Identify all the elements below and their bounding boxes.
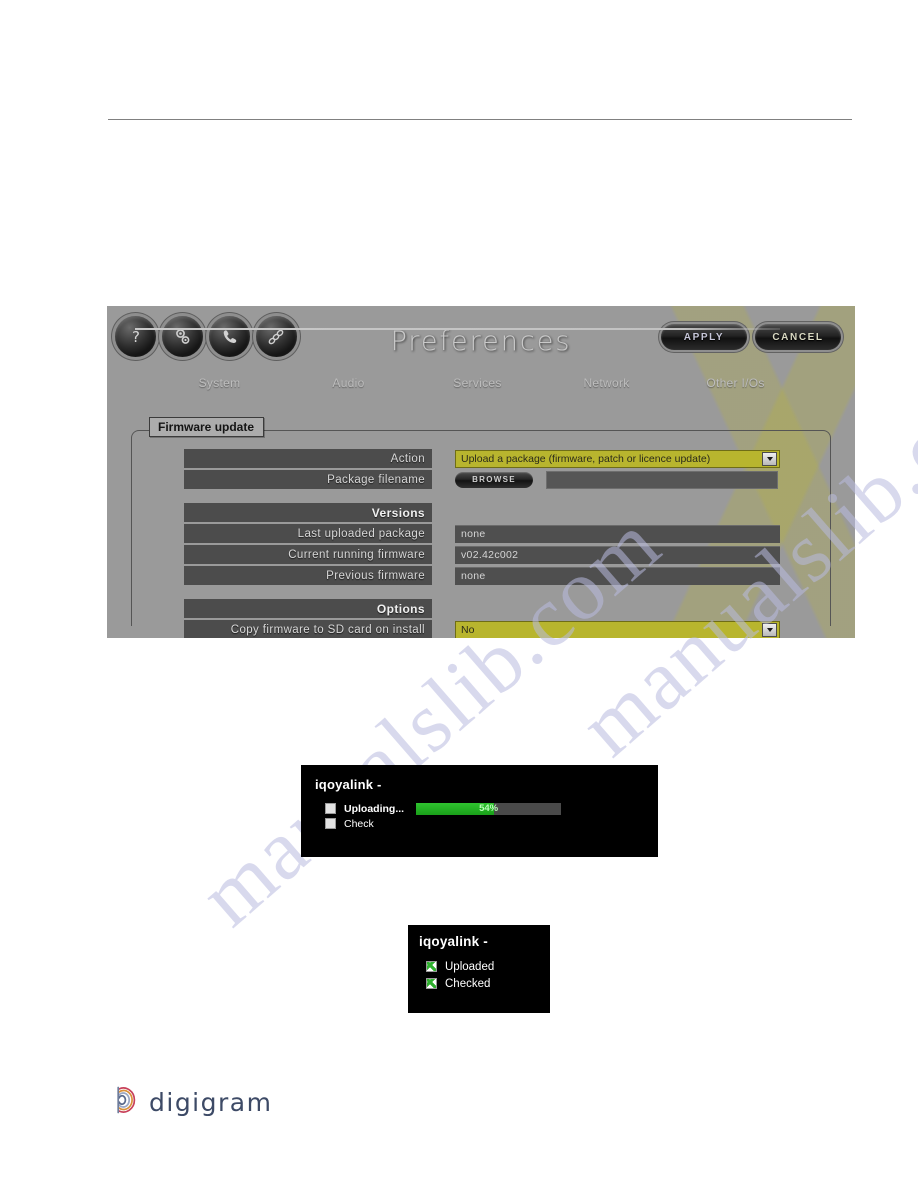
upload-progress-text: 54% [479,802,499,814]
tab-underline [135,328,780,330]
uploading-checkbox[interactable] [325,803,336,814]
package-filename-input[interactable] [546,470,778,489]
versions-section-row: Versions [184,503,810,522]
last-uploaded-package-label: Last uploaded package [184,524,432,543]
uploading-dialog: iqoyalink - Uploading... 54% Check [301,765,658,857]
options-section-row: Options [184,599,810,618]
completed-dialog-title: iqoyalink - [419,934,488,949]
current-running-firmware-row: Current running firmware v02.42c002 [184,545,810,564]
action-label: Action [184,449,432,468]
uploading-label: Uploading... [344,802,405,815]
firmware-update-group: Firmware update Action Upload a package … [131,417,831,638]
package-filename-label: Package filename [184,470,432,489]
check-checkbox[interactable] [325,818,336,829]
copy-firmware-select-value: No [461,623,475,636]
preferences-window: ? Preferences APPLY CANCEL System Audio … [107,306,855,638]
uploaded-status-row: Uploaded [408,958,550,975]
digigram-spiral-icon [112,1085,140,1120]
versions-section-label: Versions [184,503,432,522]
firmware-update-legend: Firmware update [149,417,265,437]
copy-firmware-select[interactable]: No [455,620,780,638]
header-divider [108,119,852,120]
previous-firmware-value: none [455,566,780,585]
tab-bar: System Audio Services Network Other I/Os [155,376,800,400]
copy-firmware-row: Copy firmware to SD card on install No [184,620,810,638]
checked-status-row: Checked [408,975,550,992]
checked-checkbox[interactable] [426,978,437,989]
action-row: Action Upload a package (firmware, patch… [184,449,810,468]
check-status-row: Check [301,816,658,831]
digigram-wordmark: digigram [149,1088,273,1117]
browse-button[interactable]: BROWSE [455,471,533,488]
digigram-logo: digigram [112,1085,272,1120]
tab-system[interactable]: System [155,376,284,396]
current-running-firmware-value: v02.42c002 [455,545,780,564]
previous-firmware-row: Previous firmware none [184,566,810,585]
checked-label: Checked [445,977,491,990]
last-uploaded-package-value: none [455,524,780,543]
last-uploaded-package-row: Last uploaded package none [184,524,810,543]
uploaded-checkbox[interactable] [426,961,437,972]
uploaded-label: Uploaded [445,960,495,973]
action-select-value: Upload a package (firmware, patch or lic… [461,452,711,465]
chevron-down-icon[interactable] [762,622,777,637]
uploading-dialog-title: iqoyalink - [315,777,382,792]
firmware-form: Action Upload a package (firmware, patch… [132,449,830,638]
tab-network[interactable]: Network [542,376,671,396]
check-label: Check [344,817,374,830]
tab-audio[interactable]: Audio [284,376,413,396]
tab-other-ios[interactable]: Other I/Os [671,376,800,396]
options-section-label: Options [184,599,432,618]
action-select[interactable]: Upload a package (firmware, patch or lic… [455,449,780,468]
current-running-firmware-label: Current running firmware [184,545,432,564]
previous-firmware-label: Previous firmware [184,566,432,585]
tab-services[interactable]: Services [413,376,542,396]
package-filename-row: Package filename BROWSE [184,470,810,489]
uploading-status-row: Uploading... 54% [301,801,658,816]
chevron-down-icon[interactable] [762,451,777,466]
copy-firmware-label: Copy firmware to SD card on install [184,620,432,638]
completed-dialog: iqoyalink - Uploaded Checked [408,925,550,1013]
upload-progress-bar: 54% [416,802,562,815]
